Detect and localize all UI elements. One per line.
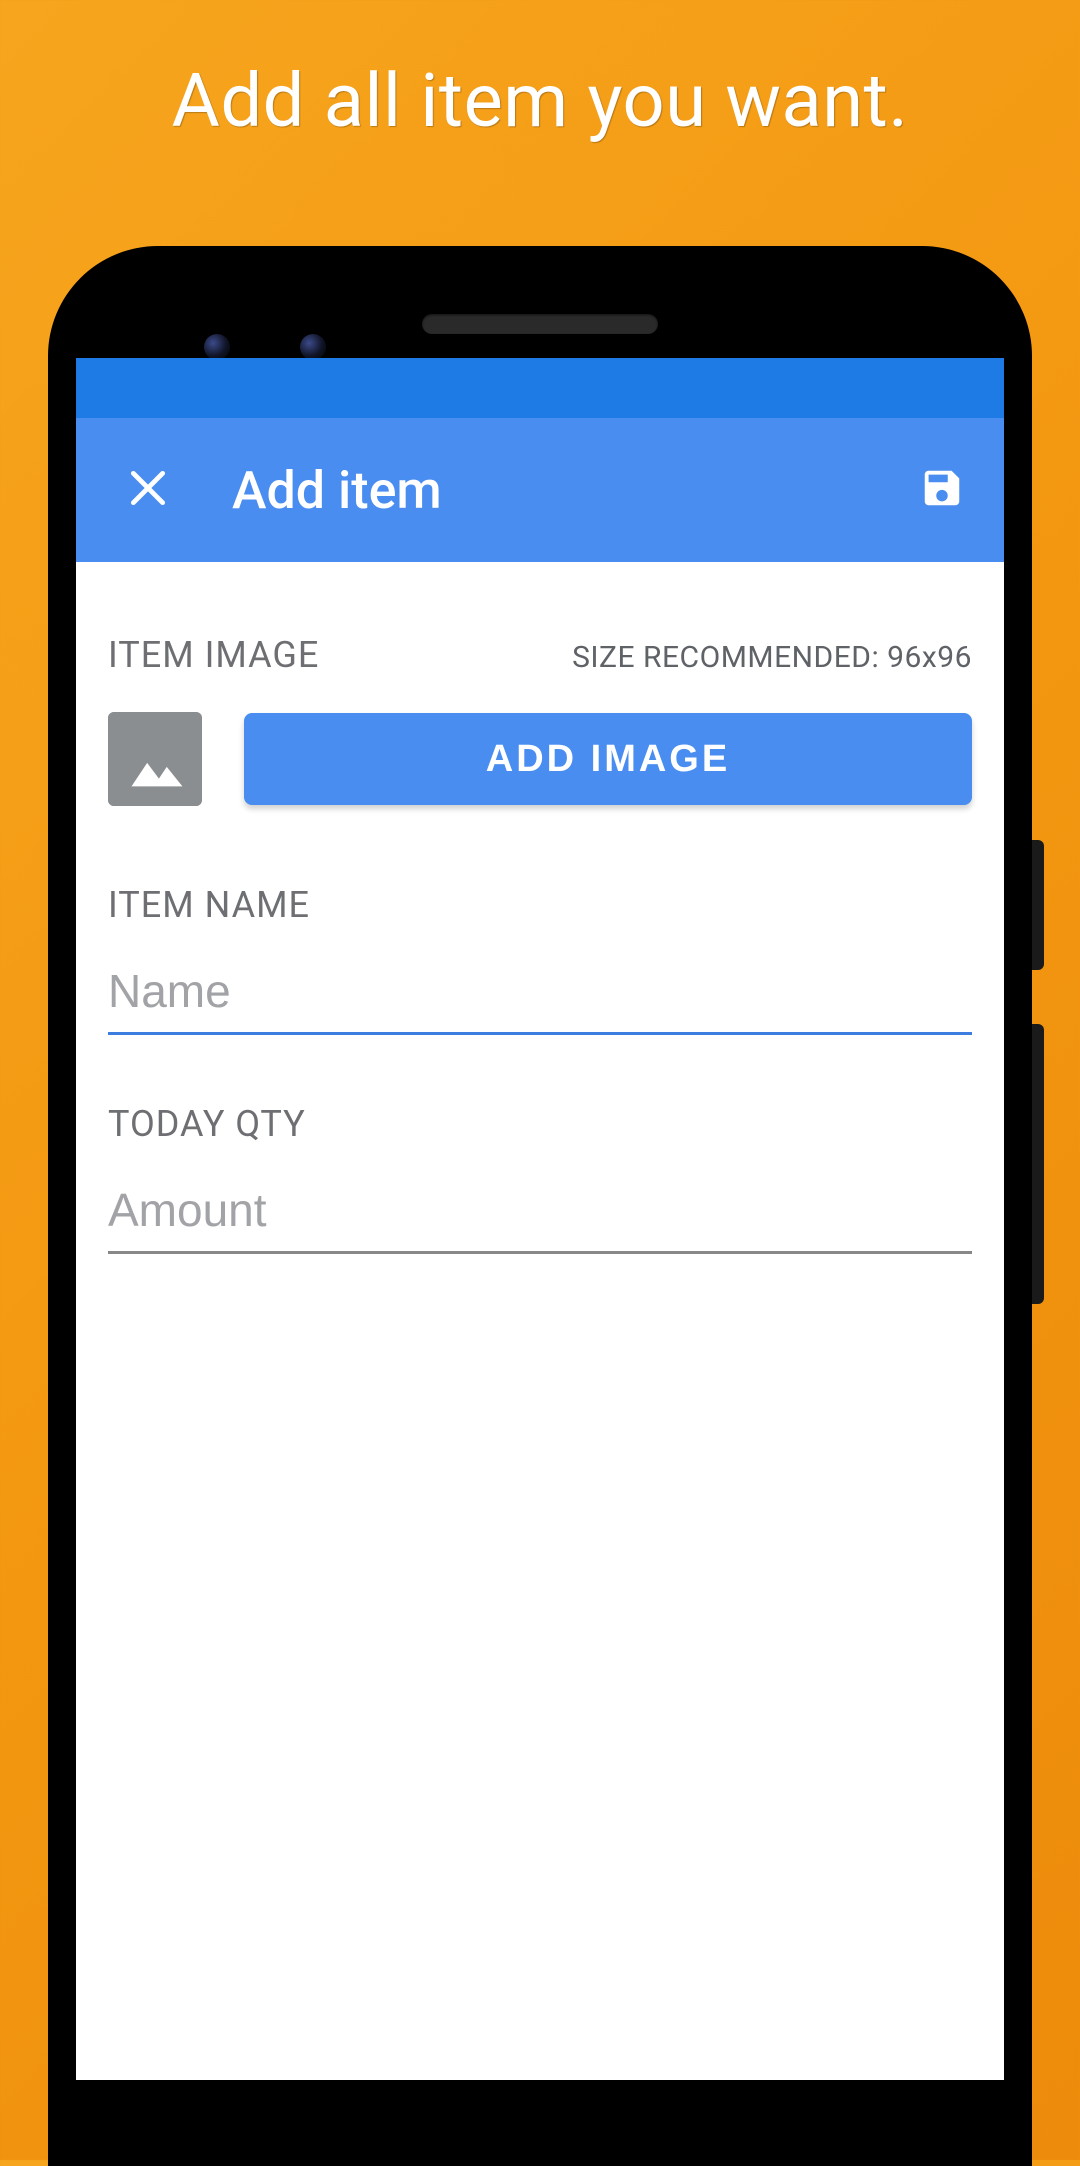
promo-heading: Add all item you want. — [0, 58, 1080, 145]
today-qty-field: TODAY QTY — [108, 1103, 972, 1254]
app-screen: Add item ITEM IMAGE SIZE RECOMMENDED: 96… — [76, 358, 1004, 2080]
phone-camera — [300, 334, 326, 360]
page-title: Add item — [232, 460, 906, 521]
save-button[interactable] — [906, 454, 978, 526]
item-name-input[interactable] — [108, 954, 972, 1035]
phone-bezel: Add item ITEM IMAGE SIZE RECOMMENDED: 96… — [76, 272, 1004, 2166]
save-icon — [919, 465, 965, 515]
today-qty-label: TODAY QTY — [108, 1103, 972, 1145]
add-image-button[interactable]: ADD IMAGE — [244, 713, 972, 805]
image-size-hint: SIZE RECOMMENDED: 96x96 — [572, 640, 972, 675]
item-name-label: ITEM NAME — [108, 884, 972, 926]
item-image-row: ADD IMAGE — [108, 712, 972, 806]
phone-frame: Add item ITEM IMAGE SIZE RECOMMENDED: 96… — [48, 246, 1032, 2166]
add-image-button-label: ADD IMAGE — [486, 738, 730, 781]
phone-earpiece — [422, 314, 658, 334]
app-bar: Add item — [76, 418, 1004, 562]
item-name-field: ITEM NAME — [108, 884, 972, 1035]
item-image-header-row: ITEM IMAGE SIZE RECOMMENDED: 96x96 — [108, 634, 972, 676]
status-bar — [76, 358, 1004, 418]
close-icon — [126, 466, 170, 514]
item-image-label: ITEM IMAGE — [108, 634, 319, 676]
phone-camera — [204, 334, 230, 360]
phone-side-button — [1032, 1024, 1044, 1304]
phone-side-button — [1032, 840, 1044, 970]
today-qty-input[interactable] — [108, 1173, 972, 1254]
form-content: ITEM IMAGE SIZE RECOMMENDED: 96x96 A — [76, 562, 1004, 1254]
close-button[interactable] — [112, 454, 184, 526]
image-placeholder[interactable] — [108, 712, 202, 806]
